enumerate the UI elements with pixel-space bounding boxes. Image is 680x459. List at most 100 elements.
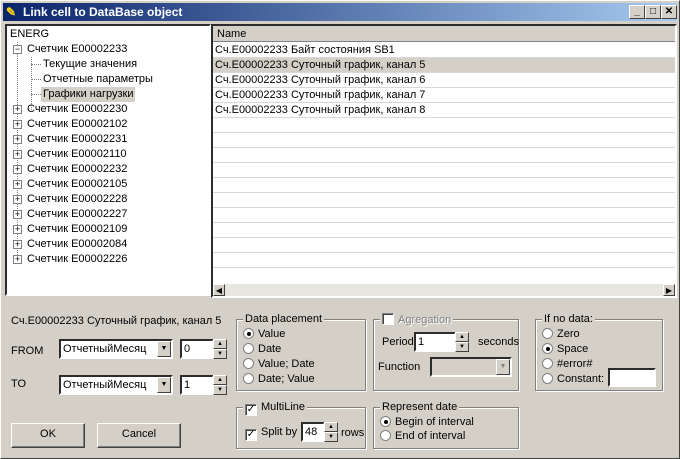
expand-icon[interactable]: +	[13, 225, 22, 234]
chevron-down-icon[interactable]: ▼	[496, 359, 510, 375]
tree-item[interactable]: Счетчик E00002109	[27, 222, 127, 237]
radio-option[interactable]: Space	[542, 343, 588, 356]
tree-item[interactable]: Счетчик E00002230	[27, 102, 127, 117]
list-item[interactable]	[213, 118, 675, 133]
expand-icon[interactable]: +	[13, 255, 22, 264]
radio-icon[interactable]	[542, 373, 553, 384]
scroll-right-icon[interactable]: ▶	[663, 284, 675, 296]
tree-child-reports[interactable]: Отчетные параметры	[43, 72, 153, 87]
collapse-icon[interactable]: −	[13, 45, 22, 54]
radio-icon[interactable]	[542, 328, 553, 339]
ok-button[interactable]: OK	[11, 423, 85, 448]
list-item[interactable]: Сч.E00002233 Байт состояния SB1	[213, 43, 675, 58]
tree-item[interactable]: Счетчик E00002084	[27, 237, 127, 252]
split-value-input[interactable]: 48	[301, 422, 325, 442]
close-button[interactable]: ✕	[661, 5, 677, 19]
aggregation-checkbox[interactable]	[382, 313, 394, 325]
app-icon: ✎	[6, 5, 17, 19]
radio-option[interactable]: Date; Value	[243, 373, 315, 386]
list-item[interactable]	[213, 208, 675, 223]
tree-item-expanded[interactable]: Счетчик E00002233	[27, 42, 127, 57]
radio-icon[interactable]	[542, 343, 553, 354]
expand-icon[interactable]: +	[13, 180, 22, 189]
radio-icon[interactable]	[243, 343, 254, 354]
tree-item[interactable]: Счетчик E00002228	[27, 192, 127, 207]
radio-option[interactable]: Begin of interval	[380, 416, 474, 429]
radio-icon[interactable]	[243, 358, 254, 369]
radio-option[interactable]: End of interval	[380, 430, 465, 443]
list-item[interactable]	[213, 238, 675, 253]
expand-icon[interactable]: +	[13, 195, 22, 204]
expand-icon[interactable]: +	[13, 240, 22, 249]
maximize-button[interactable]: □	[645, 5, 661, 19]
tree-item[interactable]: Счетчик E00002105	[27, 177, 127, 192]
expand-icon[interactable]: +	[13, 105, 22, 114]
tree-child-current[interactable]: Текущие значения	[43, 57, 137, 72]
list-item[interactable]	[213, 253, 675, 268]
radio-icon[interactable]	[380, 416, 391, 427]
list-item[interactable]	[213, 148, 675, 163]
no-data-title: If no data:	[542, 313, 595, 325]
from-value-input[interactable]: 0	[180, 339, 214, 359]
list-item[interactable]	[213, 193, 675, 208]
multiline-title[interactable]: ✓ MultiLine	[243, 401, 308, 416]
tree-root[interactable]: ENERG	[10, 27, 49, 42]
no-data-group: If no data: Zero Space #error# Constant:	[535, 313, 663, 391]
title-bar[interactable]: ✎ Link cell to DataBase object _ □ ✕	[3, 3, 677, 21]
list-item[interactable]: Сч.E00002233 Суточный график, канал 5	[213, 58, 675, 73]
aggregation-title[interactable]: Agregation	[380, 313, 454, 326]
tree-item[interactable]: Счетчик E00002226	[27, 252, 127, 267]
cancel-button[interactable]: Cancel	[97, 423, 181, 448]
expand-icon[interactable]: +	[13, 210, 22, 219]
period-spinner[interactable]: ▲ ▼	[455, 332, 469, 352]
function-combo[interactable]: ▼	[430, 357, 512, 377]
from-spinner[interactable]: ▲ ▼	[213, 339, 227, 359]
expand-icon[interactable]: +	[13, 150, 22, 159]
radio-icon[interactable]	[542, 358, 553, 369]
split-by-checkbox[interactable]: ✓ Split by	[245, 426, 297, 441]
constant-input[interactable]	[608, 368, 656, 387]
radio-option[interactable]: Value; Date	[243, 358, 315, 371]
tree-item[interactable]: Счетчик E00002227	[27, 207, 127, 222]
column-header-name[interactable]: Name	[213, 26, 675, 42]
list-item[interactable]	[213, 163, 675, 178]
radio-option[interactable]: Zero	[542, 328, 580, 341]
expand-icon[interactable]: +	[13, 135, 22, 144]
object-tree[interactable]: ENERG − Счетчик E00002233 Текущие значен…	[5, 24, 211, 296]
from-combo[interactable]: ОтчетныйМесяц ▼	[59, 339, 173, 359]
object-list[interactable]: Name Сч.E00002233 Байт состояния SB1 Сч.E…	[211, 24, 677, 298]
radio-option[interactable]: Value	[243, 328, 285, 341]
list-item[interactable]	[213, 223, 675, 238]
horizontal-scrollbar[interactable]: ◀ ▶	[213, 284, 675, 296]
period-input[interactable]: 1	[414, 332, 456, 352]
radio-option[interactable]: Constant:	[542, 373, 604, 386]
minimize-button[interactable]: _	[629, 5, 645, 19]
seconds-label: seconds	[478, 336, 519, 348]
to-spinner[interactable]: ▲ ▼	[213, 375, 227, 395]
from-label: FROM	[11, 345, 44, 357]
split-spinner[interactable]: ▲ ▼	[324, 422, 338, 442]
list-item[interactable]: Сч.E00002233 Суточный график, канал 7	[213, 88, 675, 103]
tree-item[interactable]: Счетчик E00002102	[27, 117, 127, 132]
multiline-checkbox[interactable]: ✓	[245, 404, 257, 416]
chevron-down-icon[interactable]: ▼	[157, 341, 171, 357]
tree-item[interactable]: Счетчик E00002110	[27, 147, 127, 162]
tree-item[interactable]: Счетчик E00002231	[27, 132, 127, 147]
expand-icon[interactable]: +	[13, 165, 22, 174]
to-value-input[interactable]: 1	[180, 375, 214, 395]
radio-icon[interactable]	[243, 328, 254, 339]
radio-option[interactable]: Date	[243, 343, 281, 356]
list-item[interactable]	[213, 178, 675, 193]
expand-icon[interactable]: +	[13, 120, 22, 129]
radio-icon[interactable]	[243, 373, 254, 384]
scroll-left-icon[interactable]: ◀	[213, 284, 225, 296]
list-item[interactable]: Сч.E00002233 Суточный график, канал 6	[213, 73, 675, 88]
to-combo[interactable]: ОтчетныйМесяц ▼	[59, 375, 173, 395]
tree-child-load-graphs[interactable]: Графики нагрузки	[41, 87, 136, 102]
radio-icon[interactable]	[380, 430, 391, 441]
radio-option[interactable]: #error#	[542, 358, 592, 371]
list-item[interactable]	[213, 133, 675, 148]
chevron-down-icon[interactable]: ▼	[157, 377, 171, 393]
list-item[interactable]: Сч.E00002233 Суточный график, канал 8	[213, 103, 675, 118]
tree-item[interactable]: Счетчик E00002232	[27, 162, 127, 177]
